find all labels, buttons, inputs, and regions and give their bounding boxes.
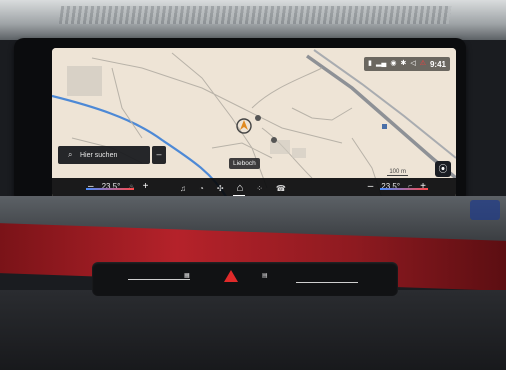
- right-temp-decrease[interactable]: –: [368, 181, 374, 192]
- temp-indicator: [380, 188, 428, 190]
- collapse-button[interactable]: –: [152, 146, 166, 164]
- control-bar: – 23.5° ♨ + ♫ ◔ ✣ ⌂ ⁘ ☎ – 23.5° ⌐ +: [52, 178, 456, 198]
- right-fan-slider[interactable]: [296, 282, 358, 283]
- place-label[interactable]: Lieboch: [229, 158, 260, 169]
- map-scale: 100 m: [387, 169, 408, 176]
- phone-icon[interactable]: ◔: [199, 184, 204, 193]
- map-options-button[interactable]: ⦿: [435, 161, 451, 177]
- signal-icon: ▂▄: [375, 60, 387, 67]
- status-battery-icon: ▮: [368, 60, 372, 67]
- compass-icon: ⦿: [438, 164, 448, 174]
- search-icon: ⌕: [68, 150, 73, 159]
- warning-icon[interactable]: ⚠: [420, 60, 426, 68]
- left-fan-slider[interactable]: [128, 279, 190, 280]
- front-defrost-icon: ▦: [184, 273, 190, 279]
- left-temp-increase[interactable]: +: [143, 181, 149, 192]
- rear-defrost-icon: ▤: [262, 273, 268, 279]
- search-input[interactable]: ⌕ Hier suchen: [58, 146, 150, 164]
- max-defrost-button[interactable]: ▦: [184, 272, 190, 279]
- right-temp-control: – 23.5° ⌐ +: [368, 181, 428, 192]
- search-placeholder: Hier suchen: [80, 151, 118, 159]
- left-temp-control: – 23.5° ♨ +: [86, 181, 149, 192]
- poi-marker[interactable]: [382, 124, 387, 129]
- fan-icon[interactable]: ✣: [217, 184, 224, 193]
- music-icon[interactable]: ♫: [180, 184, 186, 193]
- dashboard-top: [0, 0, 506, 40]
- network-icon: ◉: [390, 60, 397, 67]
- lower-dashboard: [0, 290, 506, 370]
- temp-indicator: [86, 188, 134, 190]
- status-bar: ▮ ▂▄ ◉ ✱ ◁ ⚠ 9:41: [364, 57, 450, 71]
- poi-pin[interactable]: [271, 137, 277, 143]
- navigation-icon: ◁: [410, 60, 416, 67]
- air-vent: [58, 6, 452, 24]
- bluetooth-icon: ✱: [400, 60, 407, 67]
- rear-defrost-button[interactable]: ▤: [262, 272, 268, 279]
- infotainment-screen: ▮ ▂▄ ◉ ✱ ◁ ⚠ 9:41 ⌕ Hier suchen – Lieboc…: [52, 48, 456, 198]
- apps-icon[interactable]: ⁘: [256, 184, 263, 193]
- clock: 9:41: [429, 59, 446, 69]
- side-ambient-light: [470, 200, 500, 220]
- poi-pin[interactable]: [255, 115, 261, 121]
- left-temp-decrease[interactable]: –: [88, 181, 94, 192]
- hazard-button[interactable]: [224, 270, 238, 282]
- climate-control-strip: ▦ ▤: [92, 262, 398, 296]
- call-icon[interactable]: ☎: [276, 184, 286, 193]
- right-temp-increase[interactable]: +: [420, 181, 426, 192]
- dock: ♫ ◔ ✣ ⌂ ⁘ ☎: [180, 182, 286, 194]
- home-icon[interactable]: ⌂: [237, 182, 244, 194]
